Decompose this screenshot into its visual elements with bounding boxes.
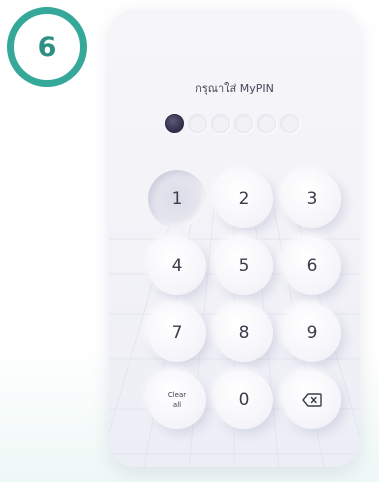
phone-screen: กรุณาใส่ MyPIN 1 2 3 4 5 6 7 8 9 Clear a… [109,9,360,467]
key-2[interactable]: 2 [215,170,273,228]
key-5[interactable]: 5 [215,237,273,295]
key-8[interactable]: 8 [215,304,273,362]
clear-all-button[interactable]: Clear all [148,371,206,429]
key-9[interactable]: 9 [283,304,341,362]
pin-dot-empty [257,114,276,133]
pin-dot-empty [211,114,230,133]
key-0[interactable]: 0 [215,371,273,429]
pin-indicator [165,114,299,134]
all-label: all [172,401,182,409]
pin-dot-filled [165,114,184,133]
backspace-button[interactable] [283,371,341,429]
pin-dot-empty [280,114,299,133]
backspace-icon [302,393,322,407]
step-number: 6 [37,31,57,63]
key-7[interactable]: 7 [148,304,206,362]
pin-dot-empty [234,114,253,133]
pin-dot-empty [188,114,207,133]
clear-label: Clear [167,391,187,399]
key-1[interactable]: 1 [148,170,206,228]
key-4[interactable]: 4 [148,237,206,295]
page-title: กรุณาใส่ MyPIN [195,82,274,95]
step-number-badge: 6 [7,7,87,87]
key-3[interactable]: 3 [283,170,341,228]
key-6[interactable]: 6 [283,237,341,295]
